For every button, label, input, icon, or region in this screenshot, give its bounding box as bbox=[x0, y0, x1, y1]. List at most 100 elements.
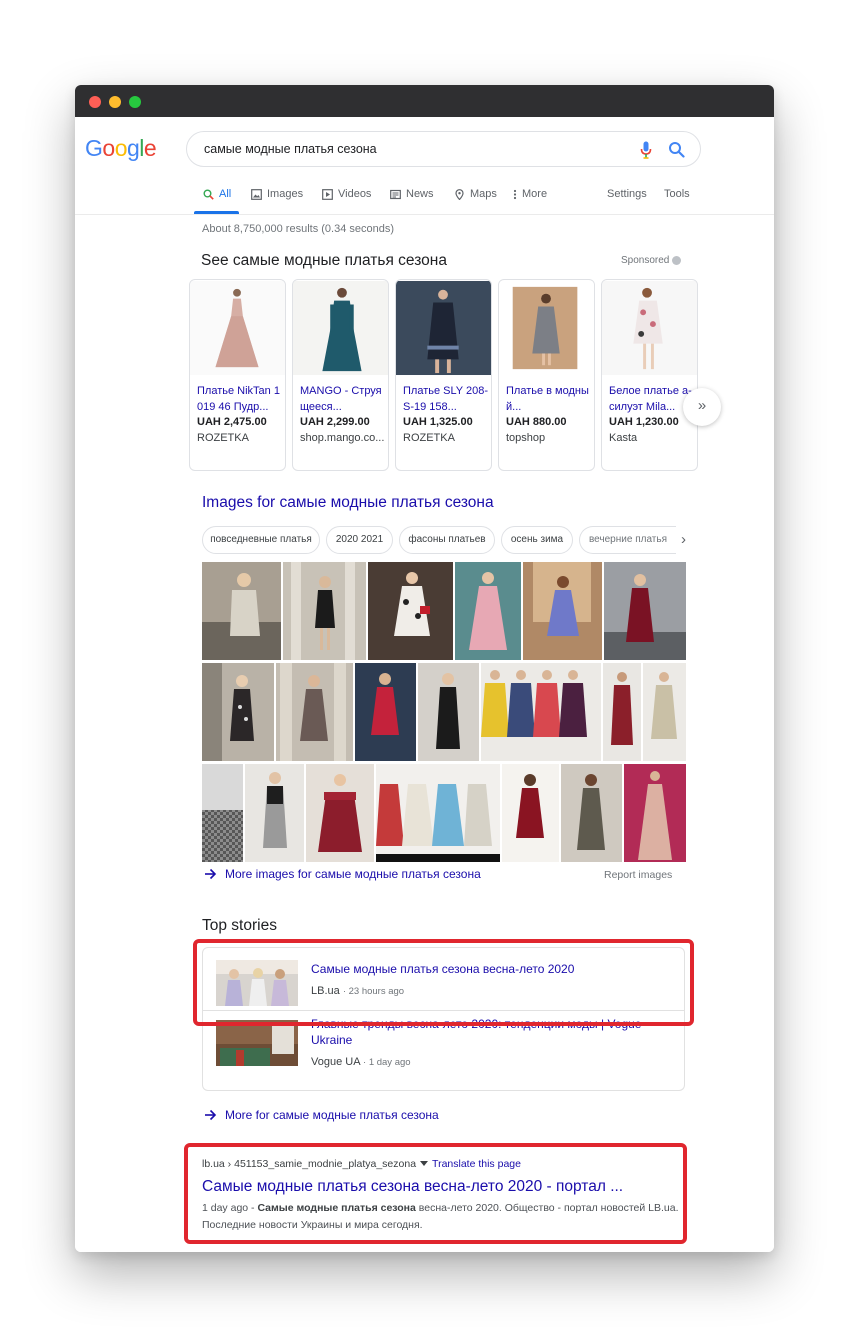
image-thumbnail[interactable] bbox=[283, 562, 366, 660]
product-title[interactable]: Платье NikTan 1019 46 Пудр... bbox=[197, 383, 283, 415]
search-input[interactable]: самые модные платья сезона bbox=[186, 131, 701, 167]
more-images-link[interactable]: More images for самые модные платья сезо… bbox=[204, 867, 481, 881]
minimize-window-button[interactable] bbox=[109, 96, 121, 108]
product-card[interactable]: Белое платье а-силуэт Mila... UAH 1,230.… bbox=[601, 279, 698, 471]
arrow-right-icon bbox=[205, 1109, 217, 1121]
product-card[interactable]: Платье NikTan 1019 46 Пудр... UAH 2,475.… bbox=[189, 279, 286, 471]
image-thumbnail[interactable] bbox=[604, 562, 686, 660]
image-chip[interactable]: осень зима bbox=[501, 526, 573, 554]
image-thumbnail[interactable] bbox=[455, 562, 521, 660]
image-thumbnail[interactable] bbox=[376, 764, 500, 862]
images-section-title[interactable]: Images for самые модные платья сезона bbox=[202, 494, 494, 512]
story-meta: Vogue UA · 1 day ago bbox=[311, 1056, 411, 1068]
image-chip[interactable]: 2020 2021 bbox=[326, 526, 393, 554]
sponsored-label[interactable]: Sponsored bbox=[621, 255, 682, 266]
product-carousel: Платье NikTan 1019 46 Пудр... UAH 2,475.… bbox=[189, 279, 709, 471]
product-price: UAH 2,299.00 bbox=[300, 416, 370, 428]
tab-maps[interactable]: Maps bbox=[454, 188, 497, 200]
story-card[interactable]: Главные тренды весна-лето 2020: тенденци… bbox=[202, 1011, 685, 1091]
translate-link[interactable]: Translate this page bbox=[432, 1158, 521, 1170]
more-vert-icon bbox=[513, 189, 517, 199]
product-card[interactable]: MANGO - Струящееся... UAH 2,299.00 shop.… bbox=[292, 279, 389, 471]
image-chip[interactable]: фасоны платьев bbox=[399, 526, 495, 554]
top-stories-title: Top stories bbox=[202, 917, 277, 934]
tab-videos[interactable]: Videos bbox=[322, 188, 371, 200]
more-stories-link[interactable]: More for самые модные платья сезона bbox=[204, 1108, 439, 1122]
product-title[interactable]: Платье в модный... bbox=[506, 383, 592, 415]
tab-tools[interactable]: Tools bbox=[664, 188, 690, 200]
product-price: UAH 1,325.00 bbox=[403, 416, 473, 428]
image-thumbnail[interactable] bbox=[643, 663, 686, 761]
carousel-next-button[interactable]: » bbox=[683, 388, 721, 426]
image-thumbnail[interactable] bbox=[276, 663, 353, 761]
tab-news[interactable]: News bbox=[390, 188, 434, 200]
tab-news-label: News bbox=[406, 188, 434, 200]
tab-all[interactable]: All bbox=[203, 188, 231, 200]
image-thumbnail[interactable] bbox=[624, 764, 686, 862]
more-stories-label: More for самые модные платья сезона bbox=[225, 1108, 439, 1122]
caret-down-icon[interactable] bbox=[420, 1161, 429, 1167]
product-card[interactable]: Платье в модный... UAH 880.00 topshop bbox=[498, 279, 595, 471]
google-logo[interactable]: Google bbox=[85, 135, 157, 162]
tab-images[interactable]: Images bbox=[251, 188, 303, 200]
product-image[interactable] bbox=[396, 280, 491, 376]
product-title[interactable]: Белое платье а-силуэт Mila... bbox=[609, 383, 695, 415]
product-image[interactable] bbox=[190, 280, 285, 376]
image-thumbnail[interactable] bbox=[202, 663, 274, 761]
tab-videos-label: Videos bbox=[338, 188, 372, 200]
maximize-window-button[interactable] bbox=[129, 96, 141, 108]
image-icon bbox=[251, 188, 262, 200]
image-thumbnail[interactable] bbox=[603, 663, 641, 761]
image-thumbnail[interactable] bbox=[355, 663, 416, 761]
sponsored-text: Sponsored bbox=[621, 255, 670, 266]
image-chip[interactable]: вечерние платья bbox=[579, 526, 676, 554]
image-thumbnail[interactable] bbox=[306, 764, 374, 862]
image-thumbnail[interactable] bbox=[418, 663, 479, 761]
product-title[interactable]: Платье SLY 208-S-19 158... bbox=[403, 383, 489, 415]
chevron-right-icon[interactable]: › bbox=[681, 531, 686, 548]
image-thumbnail[interactable] bbox=[523, 562, 602, 660]
image-thumbnail[interactable] bbox=[245, 764, 304, 862]
story-headline[interactable]: Самые модные платья сезона весна-лето 20… bbox=[311, 961, 676, 977]
active-tab-indicator bbox=[194, 211, 239, 214]
story-thumbnail[interactable] bbox=[216, 1020, 298, 1066]
story-time: 1 day ago bbox=[368, 1057, 411, 1068]
image-thumbnail[interactable] bbox=[202, 562, 281, 660]
search-query: самые модные платья сезона bbox=[204, 142, 377, 156]
close-window-button[interactable] bbox=[89, 96, 101, 108]
product-store: ROZETKA bbox=[403, 432, 455, 444]
product-card[interactable]: Платье SLY 208-S-19 158... UAH 1,325.00 … bbox=[395, 279, 492, 471]
product-price: UAH 1,230.00 bbox=[609, 416, 679, 428]
image-thumbnail[interactable] bbox=[202, 764, 243, 862]
image-thumbnail[interactable] bbox=[561, 764, 622, 862]
image-chips: повседневные платья 2020 2021 фасоны пла… bbox=[202, 526, 702, 554]
image-thumbnail[interactable] bbox=[502, 764, 559, 862]
product-price: UAH 880.00 bbox=[506, 416, 567, 428]
tab-settings-label: Settings bbox=[607, 188, 647, 200]
product-title[interactable]: MANGO - Струящееся... bbox=[300, 383, 386, 415]
image-chip[interactable]: повседневные платья bbox=[202, 526, 320, 554]
product-image[interactable] bbox=[499, 280, 594, 376]
report-images-link[interactable]: Report images bbox=[604, 869, 672, 881]
product-store: shop.mango.co... bbox=[300, 432, 385, 444]
story-source: LB.ua bbox=[311, 985, 340, 997]
product-image[interactable] bbox=[293, 280, 388, 376]
image-thumbnail[interactable] bbox=[368, 562, 453, 660]
story-meta: LB.ua · 23 hours ago bbox=[311, 985, 405, 997]
story-card[interactable]: Самые модные платья сезона весна-лето 20… bbox=[202, 947, 685, 1011]
story-headline[interactable]: Главные тренды весна-лето 2020: тенденци… bbox=[311, 1016, 676, 1048]
story-thumbnail[interactable] bbox=[216, 960, 298, 1006]
mic-icon[interactable] bbox=[640, 141, 652, 159]
product-price: UAH 2,475.00 bbox=[197, 416, 267, 428]
story-source: Vogue UA bbox=[311, 1056, 360, 1068]
product-image[interactable] bbox=[602, 280, 697, 376]
result-snippet-bold: Самые модные платья сезона bbox=[257, 1202, 416, 1214]
shopping-title[interactable]: See самые модные платья сезона bbox=[201, 252, 447, 270]
tab-more[interactable]: More bbox=[513, 188, 547, 200]
window-titlebar bbox=[75, 85, 774, 117]
image-thumbnail[interactable] bbox=[481, 663, 601, 761]
tab-settings[interactable]: Settings bbox=[607, 188, 647, 200]
result-url[interactable]: lb.ua › 451153_samie_modnie_platya_sezon… bbox=[202, 1158, 521, 1170]
result-title[interactable]: Самые модные платья сезона весна-лето 20… bbox=[202, 1178, 623, 1196]
search-icon[interactable] bbox=[668, 141, 685, 158]
